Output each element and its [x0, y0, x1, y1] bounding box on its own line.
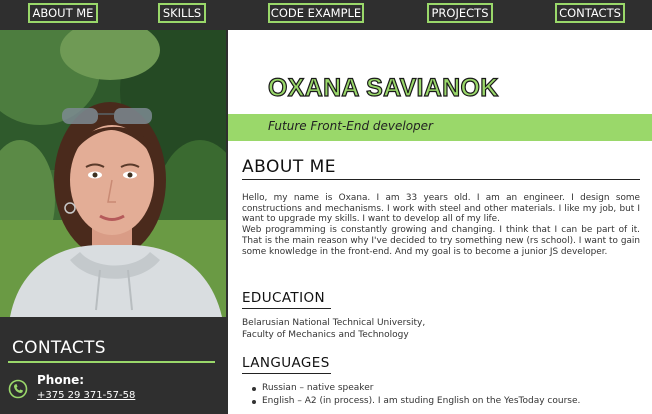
- about-text: Hello, my name is Oxana. I am 33 years o…: [242, 193, 640, 257]
- sidebar: CONTACTS Phone: +375 29 371-57-58: [0, 30, 228, 414]
- about-heading: ABOUT ME: [242, 157, 337, 177]
- top-nav: ABOUT ME SKILLS CODE EXAMPLE PROJECTS CO…: [0, 0, 652, 30]
- languages-list: Russian – native speaker English – A2 (i…: [252, 382, 642, 408]
- contacts-divider: [8, 361, 215, 363]
- nav-projects[interactable]: PROJECTS: [427, 3, 493, 23]
- about-paragraph: Web programming is constantly growing an…: [242, 225, 640, 257]
- nav-about-me[interactable]: ABOUT ME: [28, 3, 98, 23]
- nav-code-example[interactable]: CODE EXAMPLE: [268, 3, 364, 23]
- phone-label: Phone:: [37, 373, 85, 387]
- list-item: Russian – native speaker: [252, 382, 642, 395]
- phone-icon: [8, 379, 28, 399]
- languages-heading: LANGUAGES: [242, 355, 330, 371]
- phone-number-link[interactable]: +375 29 371-57-58: [37, 390, 135, 401]
- list-item: English – A2 (in process). I am studing …: [252, 395, 642, 408]
- education-heading: EDUCATION: [242, 290, 325, 306]
- education-text: Belarusian National Technical University…: [242, 318, 425, 341]
- about-paragraph: Hello, my name is Oxana. I am 33 years o…: [242, 193, 640, 225]
- education-line: Faculty of Mechanics and Technology: [242, 329, 409, 340]
- languages-divider: [242, 373, 331, 374]
- education-line: Belarusian National Technical University…: [242, 318, 426, 328]
- profile-photo-illustration: [0, 30, 226, 317]
- nav-contacts[interactable]: CONTACTS: [555, 3, 625, 23]
- contacts-title: CONTACTS: [12, 338, 106, 358]
- nav-skills[interactable]: SKILLS: [158, 3, 206, 23]
- subtitle-band: Future Front-End developer: [228, 114, 652, 141]
- profile-photo: [0, 30, 226, 317]
- about-divider: [242, 179, 640, 180]
- education-divider: [242, 308, 331, 309]
- page-title: OXANA SAVIANOK: [267, 73, 499, 102]
- subtitle: Future Front-End developer: [268, 119, 433, 133]
